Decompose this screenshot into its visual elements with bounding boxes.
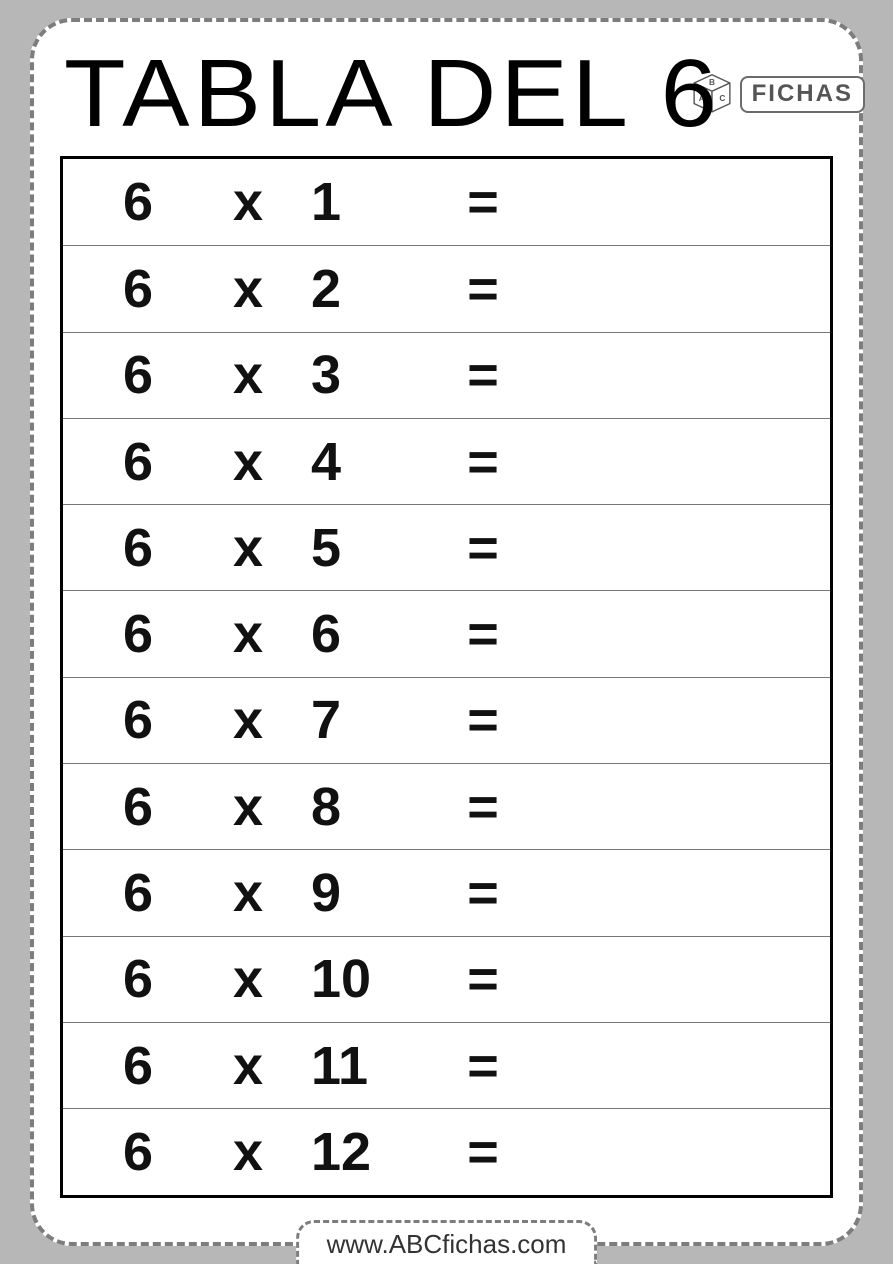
multiplicand: 6 <box>63 603 193 665</box>
equals-symbol: = <box>423 258 543 320</box>
table-row: 6 x 9 = <box>63 849 830 935</box>
multiplier: 7 <box>303 689 423 751</box>
table-row: 6 x 3 = <box>63 332 830 418</box>
multiplicand: 6 <box>63 431 193 493</box>
table-row: 6 x 4 = <box>63 418 830 504</box>
multiplication-table: 6 x 1 = 6 x 2 = 6 x 3 = 6 x 4 = 6 <box>60 156 833 1198</box>
times-symbol: x <box>193 603 303 665</box>
equals-symbol: = <box>423 948 543 1010</box>
times-symbol: x <box>193 344 303 406</box>
multiplicand: 6 <box>63 689 193 751</box>
times-symbol: x <box>193 689 303 751</box>
times-symbol: x <box>193 1121 303 1183</box>
table-row: 6 x 2 = <box>63 245 830 331</box>
multiplicand: 6 <box>63 517 193 579</box>
table-row: 6 x 12 = <box>63 1108 830 1194</box>
table-row: 6 x 6 = <box>63 590 830 676</box>
page-title: TABLA DEL 6 <box>64 46 721 142</box>
equals-symbol: = <box>423 517 543 579</box>
table-row: 6 x 5 = <box>63 504 830 590</box>
multiplier: 2 <box>303 258 423 320</box>
equals-symbol: = <box>423 1035 543 1097</box>
equals-symbol: = <box>423 603 543 665</box>
multiplicand: 6 <box>63 1121 193 1183</box>
times-symbol: x <box>193 517 303 579</box>
times-symbol: x <box>193 431 303 493</box>
equals-symbol: = <box>423 862 543 924</box>
times-symbol: x <box>193 258 303 320</box>
multiplier: 6 <box>303 603 423 665</box>
multiplier: 3 <box>303 344 423 406</box>
multiplicand: 6 <box>63 1035 193 1097</box>
worksheet-sheet: TABLA DEL 6 B A C FICHAS 6 x 1 = 6 <box>30 18 863 1246</box>
equals-symbol: = <box>423 689 543 751</box>
times-symbol: x <box>193 948 303 1010</box>
multiplier: 1 <box>303 171 423 233</box>
table-row: 6 x 1 = <box>63 159 830 245</box>
brand-name: FICHAS <box>740 76 865 113</box>
multiplicand: 6 <box>63 171 193 233</box>
multiplicand: 6 <box>63 258 193 320</box>
multiplicand: 6 <box>63 948 193 1010</box>
equals-symbol: = <box>423 1121 543 1183</box>
header: TABLA DEL 6 B A C FICHAS <box>60 40 833 152</box>
multiplier: 12 <box>303 1121 423 1183</box>
multiplier: 5 <box>303 517 423 579</box>
multiplicand: 6 <box>63 344 193 406</box>
equals-symbol: = <box>423 776 543 838</box>
multiplier: 8 <box>303 776 423 838</box>
times-symbol: x <box>193 776 303 838</box>
table-row: 6 x 10 = <box>63 936 830 1022</box>
multiplier: 9 <box>303 862 423 924</box>
footer-url: www.ABCfichas.com <box>296 1220 598 1264</box>
times-symbol: x <box>193 1035 303 1097</box>
multiplicand: 6 <box>63 776 193 838</box>
equals-symbol: = <box>423 431 543 493</box>
multiplicand: 6 <box>63 862 193 924</box>
equals-symbol: = <box>423 344 543 406</box>
multiplier: 11 <box>303 1035 423 1097</box>
times-symbol: x <box>193 171 303 233</box>
multiplier: 4 <box>303 431 423 493</box>
equals-symbol: = <box>423 171 543 233</box>
table-row: 6 x 7 = <box>63 677 830 763</box>
multiplier: 10 <box>303 948 423 1010</box>
times-symbol: x <box>193 862 303 924</box>
table-row: 6 x 8 = <box>63 763 830 849</box>
table-row: 6 x 11 = <box>63 1022 830 1108</box>
